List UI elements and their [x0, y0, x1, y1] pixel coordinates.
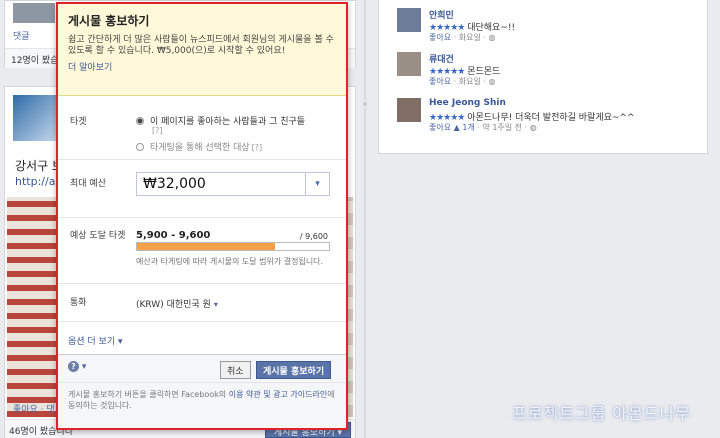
caret-down-icon: ▾ — [81, 362, 87, 372]
learn-more-link[interactable]: 더 알아보기 — [68, 60, 336, 73]
comment-item: 안희민 ★★★★★ 대단해요~!! 좋아요 · 화요일 · ◍ — [397, 8, 697, 42]
dialog-description: 쉽고 간단하게 더 많은 사람들이 뉴스피드에서 회원님의 게시물을 볼 수 있… — [68, 35, 334, 56]
reach-progress-bar — [136, 242, 330, 251]
avatar[interactable] — [397, 8, 421, 32]
reach-progress-fill — [137, 243, 276, 250]
help-link[interactable]: [?] — [252, 143, 263, 152]
legal-notice: 게시물 홍보하기 버튼을 클릭하면 Facebook의 이용 약관 및 광고 가… — [58, 382, 346, 428]
comment-item: 류대건 ★★★★★ 몬드몬드 좋아요 · 화요일 · ◍ — [397, 52, 697, 86]
radio-selected[interactable] — [136, 117, 144, 125]
comment-button[interactable]: 댓글 — [13, 29, 30, 42]
watermark: 프로젝트그룹 아몬드나무 — [512, 404, 692, 423]
dialog-title: 게시물 홍보하기 — [68, 14, 150, 28]
comment-time: · 화요일 · — [453, 33, 486, 42]
terms-link[interactable]: 이용 약관 및 광고 가이드라인 — [229, 390, 328, 399]
budget-value: ₩32,000 — [143, 176, 206, 192]
reach-label: 예상 도달 타겟 — [70, 231, 126, 241]
promote-post-button[interactable]: 게시물 홍보하기 — [256, 361, 332, 379]
dialog-header: 게시물 홍보하기 쉽고 간단하게 더 많은 사람들이 뉴스피드에서 회원님의 게… — [58, 4, 346, 96]
radio-unselected[interactable] — [136, 143, 144, 151]
comment-meta: 좋아요 ▲ 1개 · 약 1주일 전 · ◍ — [429, 122, 537, 133]
currency-value: (KRW) 대한민국 원 — [136, 300, 211, 310]
dialog-footer: ? ▾ 취소 게시물 홍보하기 — [58, 354, 346, 382]
comment-time: · 화요일 · — [453, 77, 486, 86]
post-link[interactable]: http://al — [15, 175, 59, 188]
currency-label: 통화 — [70, 298, 87, 308]
like-comment-links[interactable]: 좋아요 · 댓 — [13, 402, 55, 415]
target-label: 타겟 — [70, 117, 87, 127]
budget-section: 최대 예산 ₩32,000 ▾ — [58, 160, 346, 218]
page-avatar[interactable] — [13, 95, 59, 141]
reach-note: 예산과 타게팅에 따라 게시물의 도달 범위가 결정됩니다. — [136, 257, 324, 266]
comment-item: Hee Jeong Shin ★★★★★ 아몬드나무! 더욱더 발전하길 바랄게… — [397, 98, 697, 132]
help-link[interactable]: [?] — [152, 126, 163, 135]
avatar[interactable] — [397, 52, 421, 76]
reach-range: 5,900 - 9,600 — [136, 230, 211, 241]
reach-section: 예상 도달 타겟 5,900 - 9,600 / 9,600 예산과 타게팅에 … — [58, 218, 346, 284]
reach-max: / 9,600 — [299, 232, 328, 241]
avatar[interactable] — [397, 98, 421, 122]
promote-post-dialog: 게시물 홍보하기 쉽고 간단하게 더 많은 사람들이 뉴스피드에서 회원님의 게… — [56, 2, 348, 430]
timeline-spine — [364, 0, 366, 438]
timeline-dot — [361, 100, 369, 108]
help-button[interactable]: ? ▾ — [68, 361, 92, 375]
currency-section: 통화 (KRW) 대한민국 원 ▾ — [58, 284, 346, 322]
globe-icon: ◍ — [488, 77, 496, 86]
more-options-link[interactable]: 옵션 더 보기 ▾ — [68, 334, 123, 347]
comment-meta: 좋아요 · 화요일 · ◍ — [429, 32, 495, 43]
currency-select[interactable]: (KRW) 대한민국 원 ▾ — [136, 297, 218, 310]
legal-text: 게시물 홍보하기 버튼을 클릭하면 Facebook의 — [68, 390, 229, 399]
globe-icon: ◍ — [529, 123, 537, 132]
comment-time: · 약 1주일 전 · — [477, 123, 528, 132]
thumbs-up-icon: ▲ — [453, 123, 460, 132]
comment-meta: 좋아요 · 화요일 · ◍ — [429, 76, 495, 87]
target-option-custom[interactable]: 타게팅을 통해 선택한 대상 [?] — [136, 140, 262, 153]
like-link[interactable]: 좋아요 — [429, 123, 451, 132]
budget-select[interactable]: ₩32,000 ▾ — [136, 172, 330, 196]
post-thumbnail[interactable] — [13, 3, 55, 23]
caret-down-icon[interactable]: ▾ — [214, 300, 218, 309]
like-link[interactable]: 좋아요 — [429, 77, 451, 86]
globe-icon: ◍ — [488, 33, 496, 42]
help-icon: ? — [68, 361, 79, 372]
budget-label: 최대 예산 — [70, 179, 106, 189]
target-section: 타겟 이 페이지를 좋아하는 사람들과 그 친구들 [?] 타게팅을 통해 선택… — [58, 98, 346, 160]
target-option-fans-label: 이 페이지를 좋아하는 사람들과 그 친구들 — [150, 117, 306, 127]
chevron-down-icon[interactable]: ▾ — [305, 173, 329, 195]
target-option-custom-label: 타게팅을 통해 선택한 대상 — [150, 143, 250, 153]
cancel-button[interactable]: 취소 — [220, 361, 251, 379]
reviews-card: 안희민 ★★★★★ 대단해요~!! 좋아요 · 화요일 · ◍ 류대건 ★★★★… — [378, 0, 708, 154]
like-link[interactable]: 좋아요 — [429, 33, 451, 42]
commenter-name[interactable]: Hee Jeong Shin — [429, 98, 506, 108]
like-count[interactable]: 1개 — [462, 123, 474, 132]
more-options-section: 옵션 더 보기 ▾ — [58, 322, 346, 354]
